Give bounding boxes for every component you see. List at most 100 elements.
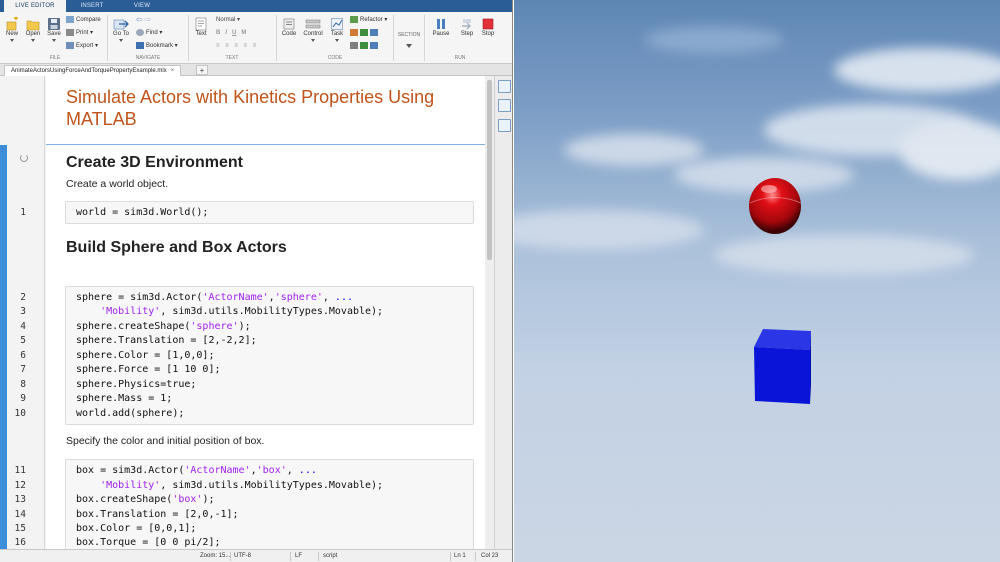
red-sphere-actor[interactable] [749, 178, 802, 234]
matlab-live-editor: LIVE EDITOR INSERT VIEW New Open Save Co… [0, 0, 513, 562]
divider [188, 15, 189, 61]
code-line: world.add(sphere); [76, 408, 185, 419]
bookmark-button[interactable]: Bookmark ▾ [136, 42, 178, 50]
output-right-icon[interactable] [498, 80, 511, 93]
bold-button[interactable]: B [216, 30, 220, 36]
text-button[interactable]: Text [191, 17, 211, 37]
encoding-status: UTF-8 [234, 553, 251, 559]
smart-indent-icon[interactable] [360, 42, 368, 49]
text-icon [195, 17, 207, 31]
step-label: Step [460, 31, 474, 37]
divider [290, 552, 291, 561]
task-button[interactable]: Task [327, 17, 347, 42]
control-icon [305, 19, 321, 29]
code-line: sphere.Color = [1,0,0]; [76, 350, 215, 361]
text-label: Text [195, 31, 207, 37]
back-arrow-icon: ⇦ [136, 15, 143, 24]
control-button[interactable]: Control [301, 17, 325, 42]
stop-button[interactable]: Stop [477, 17, 499, 37]
paragraph-box-position: Specify the color and initial position o… [66, 435, 265, 447]
section-group-button[interactable]: SECTION [395, 32, 423, 48]
comment-icon[interactable] [350, 29, 358, 36]
zoom-status[interactable]: Zoom: 15... [200, 553, 230, 559]
simulation-3d-viewport[interactable] [514, 0, 1000, 562]
code-block-box[interactable]: box = sim3d.Actor('ActorName','box', ...… [65, 459, 474, 549]
line-number: 12 [14, 480, 26, 491]
goto-button[interactable]: Go To [110, 17, 132, 42]
document-tab[interactable]: AnimateActorsUsingForceAndTorqueProperty… [4, 65, 182, 76]
back-forward-buttons[interactable]: ⇦ ⇨ [136, 16, 151, 25]
new-button[interactable]: New [3, 17, 21, 42]
clouds [514, 26, 1000, 275]
wrap-icon[interactable] [360, 29, 368, 36]
tab-insert[interactable]: INSERT [66, 0, 118, 12]
new-icon [6, 17, 18, 31]
new-tab-button[interactable]: + [196, 65, 208, 75]
ribbon-tab-strip: LIVE EDITOR INSERT VIEW [0, 0, 512, 12]
find-button[interactable]: Find ▾ [136, 29, 162, 37]
code-icon [283, 18, 295, 30]
code-line: 'Mobility', sim3d.utils.MobilityTypes.Mo… [100, 480, 384, 491]
hide-code-icon[interactable] [498, 119, 511, 132]
scrollbar-thumb[interactable] [487, 80, 492, 260]
bookmark-icon [136, 42, 144, 49]
save-icon [48, 18, 60, 30]
line-number: 6 [20, 350, 26, 361]
output-inline-icon[interactable] [498, 99, 511, 112]
italic-button[interactable]: I [225, 30, 227, 36]
divider [393, 15, 394, 61]
code-line: box.createShape('box'); [76, 494, 215, 505]
divider [276, 15, 277, 61]
ribbon-toolbar: New Open Save Compare Print ▾ Export ▾ F… [0, 12, 512, 64]
heading-build-actors: Build Sphere and Box Actors [66, 239, 287, 256]
code-button[interactable]: Code [279, 17, 299, 37]
tab-live-editor[interactable]: LIVE EDITOR [4, 0, 66, 12]
style-dropdown[interactable]: Normal ▾ [216, 16, 240, 24]
code-line: sphere.Force = [1 10 0]; [76, 364, 221, 375]
line-number: 16 [14, 537, 26, 548]
line-number: 10 [14, 408, 26, 419]
vertical-scrollbar[interactable] [485, 76, 494, 549]
print-button[interactable]: Print ▾ [66, 29, 93, 37]
code-block-world[interactable]: world = sim3d.World(); [65, 201, 474, 224]
line-status: Ln 1 [454, 553, 466, 559]
heading-create-environment: Create 3D Environment [66, 154, 243, 171]
divider [475, 552, 476, 561]
compare-label: Compare [76, 17, 101, 24]
goto-label: Go To [113, 31, 129, 37]
code-small-buttons-row1[interactable] [350, 29, 380, 37]
code-small-buttons-row2[interactable] [350, 42, 380, 50]
section-group-label: SECTION [397, 32, 421, 38]
title-block[interactable]: Simulate Actors with Kinetics Properties… [46, 76, 485, 145]
live-script-document[interactable]: Simulate Actors with Kinetics Properties… [46, 76, 485, 549]
find-label: Find [146, 30, 158, 37]
code-block-sphere[interactable]: sphere = sim3d.Actor('ActorName','sphere… [65, 286, 474, 425]
alignment-buttons[interactable]: ≡ ≡ ≡ ≡ ≡ [216, 42, 258, 50]
document-title: Simulate Actors with Kinetics Properties… [66, 87, 435, 129]
underline-button[interactable]: U [232, 30, 236, 36]
task-label: Task [330, 31, 344, 37]
export-button[interactable]: Export ▾ [66, 42, 98, 50]
step-button[interactable]: Step [456, 17, 478, 37]
output-view-toolbar [494, 76, 512, 549]
pause-button[interactable]: Pause [430, 17, 452, 37]
code-line: sphere = sim3d.Actor('ActorName','sphere… [76, 292, 353, 303]
blue-box-actor[interactable] [754, 329, 811, 404]
compare-button[interactable]: Compare [66, 16, 101, 24]
format-buttons[interactable]: B I U M [216, 29, 246, 37]
line-number: 1 [20, 207, 26, 218]
print-icon [66, 29, 74, 36]
indent-icon[interactable] [370, 29, 378, 36]
outdent-icon[interactable] [370, 42, 378, 49]
save-button[interactable]: Save [44, 17, 64, 42]
monospace-button[interactable]: M [241, 30, 246, 36]
divider [230, 552, 231, 561]
close-tab-icon[interactable]: × [171, 68, 175, 74]
uncomment-icon[interactable] [350, 42, 358, 49]
eol-status: LF [295, 553, 303, 559]
line-number: 11 [14, 465, 26, 476]
open-button[interactable]: Open [23, 17, 43, 42]
line-number: 14 [14, 509, 26, 520]
refactor-button[interactable]: Refactor ▾ [350, 16, 387, 24]
tab-view[interactable]: VIEW [118, 0, 166, 12]
